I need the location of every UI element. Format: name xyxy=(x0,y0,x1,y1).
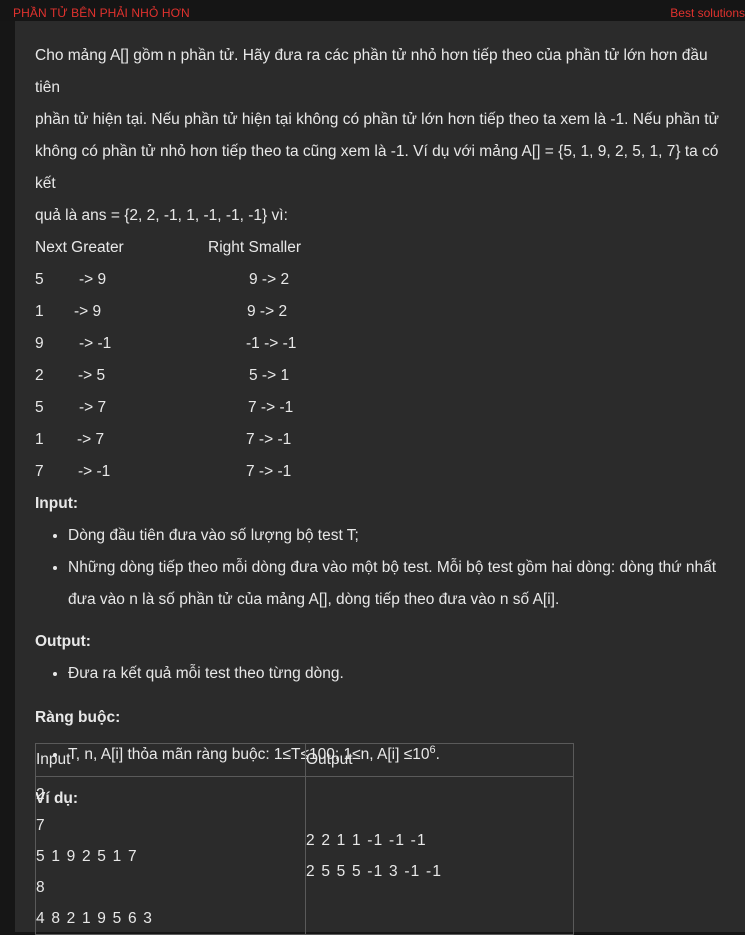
example-table: Input Output 2 7 5 1 9 2 5 1 7 8 4 8 2 1… xyxy=(35,743,574,935)
intro-line: quả là ans = {2, 2, -1, 1, -1, -1, -1} v… xyxy=(35,207,288,224)
output-line: 2 5 5 5 -1 3 -1 -1 xyxy=(306,862,443,880)
output-list: Đưa ra kết quả mỗi test theo từng dòng. xyxy=(35,658,735,690)
mapping-next-greater: -> 9 xyxy=(79,271,107,288)
example-input-cell: 2 7 5 1 9 2 5 1 7 8 4 8 2 1 9 5 6 3 xyxy=(35,776,306,935)
mapping-right-smaller: -1 -> -1 xyxy=(246,335,297,352)
mapping-next-greater: -> 5 xyxy=(78,367,106,384)
mapping-value: 5 xyxy=(35,271,44,288)
right-smaller-header: Right Smaller xyxy=(208,239,302,256)
mapping-row: 9 -> -1 -1 -> -1 xyxy=(35,328,735,360)
list-item: Đưa ra kết quả mỗi test theo từng dòng. xyxy=(68,658,735,690)
input-line: 8 xyxy=(36,879,46,896)
mapping-right-smaller: 9 -> 2 xyxy=(249,271,290,288)
problem-content: Cho mảng A[] gồm n phần tử. Hãy đưa ra c… xyxy=(35,40,735,815)
intro-line: không có phần tử nhỏ hơn tiếp theo ta cũ… xyxy=(35,143,719,192)
mapping-next-greater: -> 7 xyxy=(79,399,107,416)
input-line: 5 1 9 2 5 1 7 xyxy=(36,848,138,865)
example-output-cell: 2 2 1 1 -1 -1 -1 2 5 5 5 -1 3 -1 -1 xyxy=(305,776,574,935)
next-greater-header: Next Greater xyxy=(35,239,124,256)
example-input-header: Input xyxy=(35,743,306,777)
input-line: 2 xyxy=(36,786,46,803)
mapping-right-smaller: 9 -> 2 xyxy=(247,303,288,320)
input-line: 7 xyxy=(36,817,46,834)
output-heading: Output: xyxy=(35,633,91,650)
list-item: Những dòng tiếp theo mỗi dòng đưa vào mộ… xyxy=(68,552,735,616)
mapping-next-greater: -> 9 xyxy=(74,303,102,320)
mapping-value: 1 xyxy=(35,303,44,320)
mapping-value: 7 xyxy=(35,463,44,480)
input-list: Dòng đầu tiên đưa vào số lượng bộ test T… xyxy=(35,520,735,616)
mapping-next-greater: -> -1 xyxy=(78,463,111,480)
mapping-row: 2 -> 5 5 -> 1 xyxy=(35,360,735,392)
mapping-value: 1 xyxy=(35,431,44,448)
output-line: 2 2 1 1 -1 -1 -1 xyxy=(306,831,427,849)
mapping-header: Next Greater Right Smaller xyxy=(35,232,735,264)
problem-title: PHẦN TỬ BÊN PHẢI NHỎ HƠN xyxy=(13,6,190,20)
mapping-value: 9 xyxy=(35,335,44,352)
input-line: 4 8 2 1 9 5 6 3 xyxy=(36,910,154,927)
constraints-heading: Ràng buộc: xyxy=(35,709,121,726)
intro-line: Cho mảng A[] gồm n phần tử. Hãy đưa ra c… xyxy=(35,47,708,96)
intro-line: phần tử hiện tại. Nếu phần tử hiện tại k… xyxy=(35,111,719,128)
mapping-row: 1 -> 9 9 -> 2 xyxy=(35,296,735,328)
mapping-row: 5 -> 7 7 -> -1 xyxy=(35,392,735,424)
mapping-value: 2 xyxy=(35,367,44,384)
mapping-row: 7 -> -1 7 -> -1 xyxy=(35,456,735,488)
mapping-right-smaller: 5 -> 1 xyxy=(249,367,290,384)
example-output-header: Output xyxy=(305,743,574,777)
mapping-right-smaller: 7 -> -1 xyxy=(246,431,292,448)
best-solutions-link[interactable]: Best solutions xyxy=(670,6,745,20)
mapping-value: 5 xyxy=(35,399,44,416)
mapping-next-greater: -> -1 xyxy=(79,335,112,352)
header-bar: PHẦN TỬ BÊN PHẢI NHỎ HƠN Best solutions xyxy=(0,0,745,21)
mapping-row: 1 -> 7 7 -> -1 xyxy=(35,424,735,456)
mapping-right-smaller: 7 -> -1 xyxy=(246,463,292,480)
list-item: Dòng đầu tiên đưa vào số lượng bộ test T… xyxy=(68,520,735,552)
input-heading: Input: xyxy=(35,495,79,512)
mapping-next-greater: -> 7 xyxy=(77,431,105,448)
mapping-row: 5 -> 9 9 -> 2 xyxy=(35,264,735,296)
mapping-right-smaller: 7 -> -1 xyxy=(248,399,294,416)
